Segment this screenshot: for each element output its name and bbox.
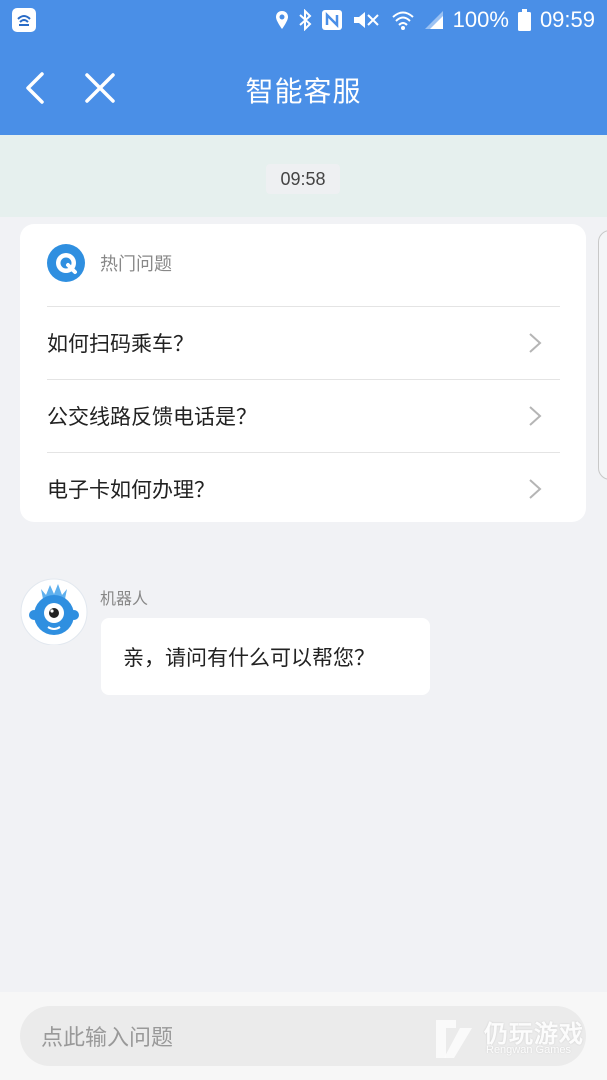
battery-icon xyxy=(517,9,531,31)
app-badge-icon xyxy=(12,8,36,32)
question-q-icon xyxy=(47,244,85,282)
mute-icon xyxy=(353,12,379,28)
hot-questions-header: 热门问题 xyxy=(47,244,172,282)
faq-item-label: 如何扫码乘车？ xyxy=(47,332,194,356)
bot-avatar xyxy=(19,575,89,646)
faq-item[interactable]: 电子卡如何办理？ xyxy=(47,452,560,525)
nav-bar: 智能客服 xyxy=(0,40,607,135)
hot-questions-card: 热门问题 如何扫码乘车？ 公交线路反馈电话是？ 电子卡如何办理？ xyxy=(20,224,586,522)
hot-questions-title: 热门问题 xyxy=(100,254,172,275)
bot-message-text: 亲，请问有什么可以帮您？ xyxy=(123,645,375,670)
bot-message-bubble: 亲，请问有什么可以帮您？ xyxy=(101,618,430,695)
faq-item[interactable]: 如何扫码乘车？ xyxy=(47,306,560,379)
chevron-right-icon xyxy=(529,333,542,353)
chat-timestamp: 09:58 xyxy=(266,164,340,194)
status-bar: 100% 09:59 xyxy=(0,0,607,40)
status-time: 09:59 xyxy=(539,7,595,32)
faq-item[interactable]: 公交线路反馈电话是？ xyxy=(47,379,560,452)
bluetooth-icon xyxy=(298,9,312,31)
chevron-right-icon xyxy=(529,406,542,426)
hot-questions-list: 如何扫码乘车？ 公交线路反馈电话是？ 电子卡如何办理？ xyxy=(47,306,560,525)
faq-item-label: 公交线路反馈电话是？ xyxy=(47,405,257,429)
battery-percent: 100% xyxy=(452,7,509,32)
input-placeholder: 点此输入问题 xyxy=(41,1026,174,1051)
status-icons: 100% 09:59 xyxy=(275,7,595,33)
page-title: 智能客服 xyxy=(245,75,362,108)
location-icon xyxy=(275,11,288,29)
faq-item-label: 电子卡如何办理？ xyxy=(47,478,215,502)
bot-name: 机器人 xyxy=(100,589,149,608)
wifi-icon xyxy=(391,11,414,30)
chevron-right-icon xyxy=(529,479,542,499)
signal-icon xyxy=(424,11,443,29)
next-card-edge[interactable] xyxy=(598,230,607,480)
nfc-icon xyxy=(321,10,342,30)
question-input[interactable]: 点此输入问题 xyxy=(20,1006,586,1066)
